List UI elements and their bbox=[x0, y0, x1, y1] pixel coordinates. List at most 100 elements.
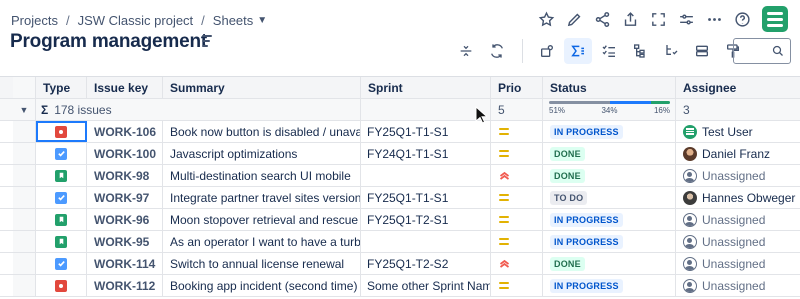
status-cell[interactable]: TO DO bbox=[543, 187, 676, 208]
sprint-cell[interactable]: FY25Q1-T1-S1 bbox=[361, 121, 491, 142]
row-handle[interactable] bbox=[13, 209, 36, 230]
row-handle[interactable] bbox=[13, 275, 36, 296]
sprint-cell[interactable]: Some other Sprint Name bbox=[361, 275, 491, 296]
row-handle[interactable] bbox=[13, 165, 36, 186]
status-cell[interactable]: IN PROGRESS bbox=[543, 209, 676, 230]
table-row[interactable]: WORK-106 Book now button is disabled / un… bbox=[0, 121, 800, 143]
type-cell[interactable] bbox=[36, 165, 87, 186]
issue-key[interactable]: WORK-96 bbox=[87, 209, 163, 230]
app-logo-icon[interactable] bbox=[762, 6, 788, 32]
sprint-cell[interactable]: FY25Q1-T2-S2 bbox=[361, 253, 491, 274]
table-row[interactable]: WORK-112 Booking app incident (second tim… bbox=[0, 275, 800, 297]
table-row[interactable]: WORK-98 Multi-destination search UI mobil… bbox=[0, 165, 800, 187]
summary-cell[interactable]: Moon stopover retrieval and rescue bbox=[163, 209, 361, 230]
sprint-cell[interactable]: FY25Q1-T2-S1 bbox=[361, 209, 491, 230]
assignee-cell[interactable]: Unassigned bbox=[676, 231, 800, 252]
status-cell[interactable]: IN PROGRESS bbox=[543, 275, 676, 296]
edit-icon[interactable] bbox=[560, 6, 588, 32]
type-cell[interactable] bbox=[36, 187, 87, 208]
issue-key[interactable]: WORK-98 bbox=[87, 165, 163, 186]
search-input[interactable] bbox=[733, 38, 791, 64]
summary-cell[interactable]: Javascript optimizations bbox=[163, 143, 361, 164]
table-row[interactable]: WORK-95 As an operator I want to have a t… bbox=[0, 231, 800, 253]
priority-cell[interactable] bbox=[491, 253, 543, 274]
type-cell[interactable] bbox=[36, 209, 87, 230]
assignee-cell[interactable]: Unassigned bbox=[676, 253, 800, 274]
column-header-summary[interactable]: Summary bbox=[163, 77, 361, 98]
column-header-type[interactable]: Type bbox=[36, 77, 87, 98]
priority-cell[interactable] bbox=[491, 231, 543, 252]
expand-toggle[interactable]: ▼ bbox=[13, 99, 36, 120]
child-issues-icon[interactable] bbox=[657, 38, 685, 64]
issue-key[interactable]: WORK-95 bbox=[87, 231, 163, 252]
star-icon[interactable] bbox=[532, 6, 560, 32]
issue-key[interactable]: WORK-97 bbox=[87, 187, 163, 208]
row-handle[interactable] bbox=[13, 187, 36, 208]
refresh-icon[interactable] bbox=[483, 38, 511, 64]
status-cell[interactable]: DONE bbox=[543, 165, 676, 186]
assignee-cell[interactable]: Test User bbox=[676, 121, 800, 142]
issue-key[interactable]: WORK-100 bbox=[87, 143, 163, 164]
summary-cell[interactable]: As an operator I want to have a turbo bbox=[163, 231, 361, 252]
row-handle[interactable] bbox=[13, 231, 36, 252]
filter-fields-icon[interactable] bbox=[533, 38, 561, 64]
breadcrumb-projects[interactable]: Projects bbox=[11, 13, 58, 28]
assignee-cell[interactable]: Unassigned bbox=[676, 209, 800, 230]
table-row[interactable]: WORK-100 Javascript optimizations FY24Q1-T… bbox=[0, 143, 800, 165]
hierarchy-icon[interactable] bbox=[626, 38, 654, 64]
more-icon[interactable] bbox=[700, 6, 728, 32]
breadcrumb-sheets[interactable]: Sheets bbox=[213, 13, 253, 28]
column-header-issue-key[interactable]: Issue key bbox=[87, 77, 163, 98]
summary-cell[interactable]: Book now button is disabled / unavailabl… bbox=[163, 121, 361, 142]
assignee-cell[interactable]: Daniel Franz bbox=[676, 143, 800, 164]
priority-cell[interactable] bbox=[491, 275, 543, 296]
issue-key[interactable]: WORK-114 bbox=[87, 253, 163, 274]
issue-key[interactable]: WORK-112 bbox=[87, 275, 163, 296]
priority-cell[interactable] bbox=[491, 143, 543, 164]
assignee-cell[interactable]: Unassigned bbox=[676, 165, 800, 186]
column-header-assignee[interactable]: Assignee bbox=[676, 77, 800, 98]
settings-sliders-icon[interactable] bbox=[672, 6, 700, 32]
status-cell[interactable]: IN PROGRESS bbox=[543, 231, 676, 252]
status-cell[interactable]: IN PROGRESS bbox=[543, 121, 676, 142]
sprint-cell[interactable] bbox=[361, 231, 491, 252]
sprint-cell[interactable]: FY24Q1-T1-S1 bbox=[361, 143, 491, 164]
collapse-rows-icon[interactable] bbox=[452, 38, 480, 64]
priority-cell[interactable] bbox=[491, 209, 543, 230]
summary-cell[interactable]: Booking app incident (second time) bbox=[163, 275, 361, 296]
checklist-icon[interactable] bbox=[595, 38, 623, 64]
type-cell[interactable] bbox=[36, 275, 87, 296]
priority-cell[interactable] bbox=[491, 165, 543, 186]
sprint-cell[interactable]: FY25Q1-T1-S1 bbox=[361, 187, 491, 208]
summary-cell[interactable]: Switch to annual license renewal bbox=[163, 253, 361, 274]
type-cell[interactable] bbox=[36, 253, 87, 274]
column-header-status[interactable]: Status bbox=[543, 77, 676, 98]
status-cell[interactable]: DONE bbox=[543, 253, 676, 274]
type-cell[interactable] bbox=[36, 121, 87, 142]
breadcrumb-project[interactable]: JSW Classic project bbox=[78, 13, 194, 28]
row-handle[interactable] bbox=[13, 143, 36, 164]
assignee-cell[interactable]: Hannes Obweger bbox=[676, 187, 800, 208]
help-icon[interactable] bbox=[728, 6, 756, 32]
row-handle[interactable] bbox=[13, 253, 36, 274]
export-icon[interactable] bbox=[616, 6, 644, 32]
column-header-prio[interactable]: Prio bbox=[491, 77, 543, 98]
summary-cell[interactable]: Multi-destination search UI mobile bbox=[163, 165, 361, 186]
group-icon[interactable] bbox=[688, 38, 716, 64]
sum-icon[interactable] bbox=[564, 38, 592, 64]
priority-cell[interactable] bbox=[491, 121, 543, 142]
priority-cell[interactable] bbox=[491, 187, 543, 208]
table-row[interactable]: WORK-114 Switch to annual license renewal… bbox=[0, 253, 800, 275]
assignee-cell[interactable]: Unassigned bbox=[676, 275, 800, 296]
fullscreen-icon[interactable] bbox=[644, 6, 672, 32]
issue-key[interactable]: WORK-106 bbox=[87, 121, 163, 142]
share-icon[interactable] bbox=[588, 6, 616, 32]
column-header-sprint[interactable]: Sprint bbox=[361, 77, 491, 98]
row-handle[interactable] bbox=[13, 121, 36, 142]
summary-cell[interactable]: Integrate partner travel sites version 3 bbox=[163, 187, 361, 208]
status-cell[interactable]: DONE bbox=[543, 143, 676, 164]
type-cell[interactable] bbox=[36, 143, 87, 164]
sprint-cell[interactable] bbox=[361, 165, 491, 186]
title-menu-icon[interactable] bbox=[202, 35, 214, 47]
table-row[interactable]: WORK-97 Integrate partner travel sites ve… bbox=[0, 187, 800, 209]
